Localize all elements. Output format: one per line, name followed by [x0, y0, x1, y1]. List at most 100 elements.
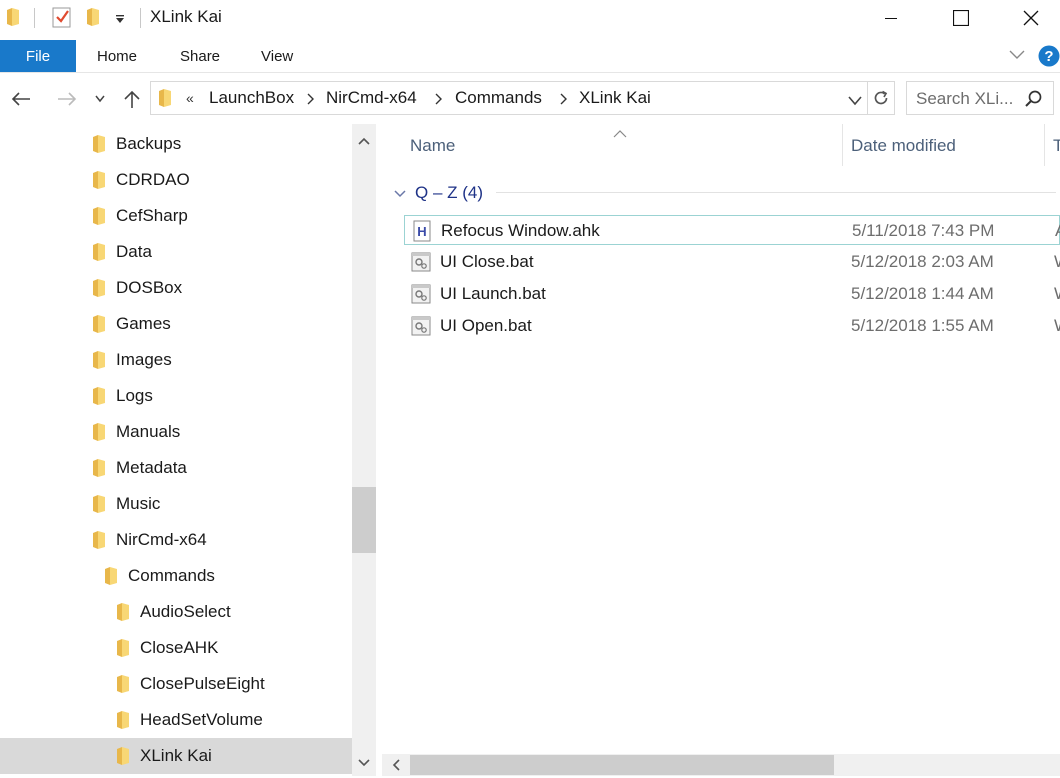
nav-item-games[interactable]: Games — [0, 306, 352, 342]
nav-item-logs[interactable]: Logs — [0, 378, 352, 414]
refresh-button[interactable] — [868, 81, 895, 115]
nav-item-dosbox[interactable]: DOSBox — [0, 270, 352, 306]
folder-icon — [105, 567, 117, 585]
nav-item-cefsharp[interactable]: CefSharp — [0, 198, 352, 234]
recent-locations-button[interactable] — [88, 84, 112, 114]
forward-button[interactable] — [54, 84, 80, 114]
nav-item-label: NirCmd-x64 — [116, 530, 207, 549]
chevron-down-icon — [95, 95, 105, 103]
close-icon — [1023, 10, 1039, 26]
nav-item-label: ClosePulseEight — [140, 674, 265, 693]
nav-item-label: Music — [116, 494, 161, 513]
close-button[interactable] — [1008, 0, 1054, 36]
nav-item-closepulseeight[interactable]: ClosePulseEight — [0, 666, 352, 702]
file-row[interactable]: UI Open.bat 5/12/2018 1:55 AM W — [404, 311, 1060, 341]
properties-icon[interactable] — [52, 6, 72, 33]
file-name: Refocus Window.ahk — [441, 221, 600, 240]
nav-item-label: Commands — [128, 566, 215, 585]
maximize-button[interactable] — [938, 0, 984, 36]
column-header-name[interactable]: Name — [410, 136, 455, 156]
column-header-type[interactable]: T — [1053, 136, 1060, 156]
file-date: 5/11/2018 7:43 PM — [852, 221, 995, 240]
nav-item-cdrdao[interactable]: CDRDAO — [0, 162, 352, 198]
horizontal-scrollbar-thumb[interactable] — [410, 755, 834, 775]
nav-item-backups[interactable]: Backups — [0, 126, 352, 162]
svg-text:?: ? — [1044, 48, 1053, 65]
file-name: UI Launch.bat — [440, 284, 546, 303]
nav-item-metadata[interactable]: Metadata — [0, 450, 352, 486]
navigation-scrollbar-thumb[interactable] — [352, 487, 376, 553]
up-button[interactable] — [119, 84, 145, 114]
nav-item-images[interactable]: Images — [0, 342, 352, 378]
title-bar: XLink Kai — [0, 0, 1060, 36]
scroll-left-arrow[interactable] — [384, 754, 408, 776]
folder-icon — [93, 423, 105, 441]
bat-file-icon — [411, 284, 431, 304]
folder-icon — [93, 243, 105, 261]
file-name: UI Close.bat — [440, 252, 534, 271]
separator — [34, 8, 35, 28]
help-icon[interactable]: ? — [1038, 45, 1060, 72]
back-arrow-icon — [11, 92, 30, 106]
breadcrumb-overflow[interactable]: « — [186, 90, 194, 106]
window-title: XLink Kai — [150, 7, 222, 26]
chevron-right-icon[interactable] — [435, 92, 443, 110]
scroll-up-arrow[interactable] — [352, 126, 376, 156]
nav-item-headsetvolume[interactable]: HeadSetVolume — [0, 702, 352, 738]
file-row[interactable]: UI Close.bat 5/12/2018 2:03 AM W — [404, 247, 1060, 277]
search-icon[interactable] — [1025, 90, 1043, 113]
file-date: 5/12/2018 1:44 AM — [851, 284, 994, 303]
column-divider[interactable] — [842, 124, 843, 166]
tab-view[interactable]: View — [261, 40, 293, 72]
address-dropdown-icon[interactable] — [848, 93, 862, 111]
breadcrumb-nircmd[interactable]: NirCmd-x64 — [326, 88, 417, 108]
folder-icon — [93, 495, 105, 513]
navigation-pane[interactable]: Backups CDRDAO CefSharp Data DOSBox Games Imag… — [0, 124, 352, 776]
column-header-date[interactable]: Date modified — [851, 136, 956, 156]
ribbon-tab-bar — [0, 40, 1060, 73]
nav-item-closeahk[interactable]: CloseAHK — [0, 630, 352, 666]
nav-item-music[interactable]: Music — [0, 486, 352, 522]
tab-share[interactable]: Share — [180, 40, 220, 72]
file-type: W — [1054, 316, 1060, 336]
search-placeholder: Search XLi... — [916, 89, 1014, 108]
forward-arrow-icon — [58, 92, 77, 106]
customize-dropdown-icon[interactable] — [114, 12, 126, 30]
scroll-down-arrow[interactable] — [352, 748, 376, 778]
back-button[interactable] — [8, 84, 34, 114]
breadcrumb-commands[interactable]: Commands — [455, 88, 542, 108]
chevron-right-icon[interactable] — [560, 92, 568, 110]
folder-icon — [117, 639, 129, 657]
folder-icon[interactable] — [6, 7, 20, 27]
tab-home[interactable]: Home — [97, 40, 137, 72]
new-folder-icon[interactable] — [86, 7, 100, 27]
group-collapse-icon[interactable] — [394, 186, 406, 204]
svg-text:H: H — [417, 224, 426, 239]
folder-icon — [93, 279, 105, 297]
tab-file[interactable]: File — [0, 40, 76, 72]
folder-icon — [117, 711, 129, 729]
group-header[interactable]: Q – Z (4) — [415, 183, 483, 203]
nav-item-data[interactable]: Data — [0, 234, 352, 270]
navigation-scrollbar[interactable] — [352, 124, 376, 776]
file-row[interactable]: UI Launch.bat 5/12/2018 1:44 AM W — [404, 279, 1060, 309]
minimize-button[interactable] — [868, 0, 914, 36]
expand-ribbon-icon[interactable] — [1008, 48, 1026, 67]
nav-item-label: Logs — [116, 386, 153, 405]
chevron-right-icon[interactable] — [307, 92, 315, 110]
breadcrumb-xlink-kai[interactable]: XLink Kai — [579, 88, 651, 108]
nav-item-label: Manuals — [116, 422, 181, 441]
nav-item-commands[interactable]: Commands — [0, 558, 352, 594]
nav-item-audioselect[interactable]: AudioSelect — [0, 594, 352, 630]
breadcrumb-launchbox[interactable]: LaunchBox — [209, 88, 294, 108]
folder-icon — [93, 351, 105, 369]
folder-icon — [93, 315, 105, 333]
nav-item-nircmd-x64[interactable]: NirCmd-x64 — [0, 522, 352, 558]
file-type: A — [1055, 221, 1060, 241]
column-divider[interactable] — [1044, 124, 1045, 166]
file-row[interactable]: H Refocus Window.ahk 5/11/2018 7:43 PM A — [404, 215, 1060, 245]
nav-item-label: XLink Kai — [140, 746, 212, 765]
nav-item-xlink-kai[interactable]: XLink Kai — [0, 738, 352, 774]
nav-item-label: Games — [116, 314, 171, 333]
nav-item-manuals[interactable]: Manuals — [0, 414, 352, 450]
